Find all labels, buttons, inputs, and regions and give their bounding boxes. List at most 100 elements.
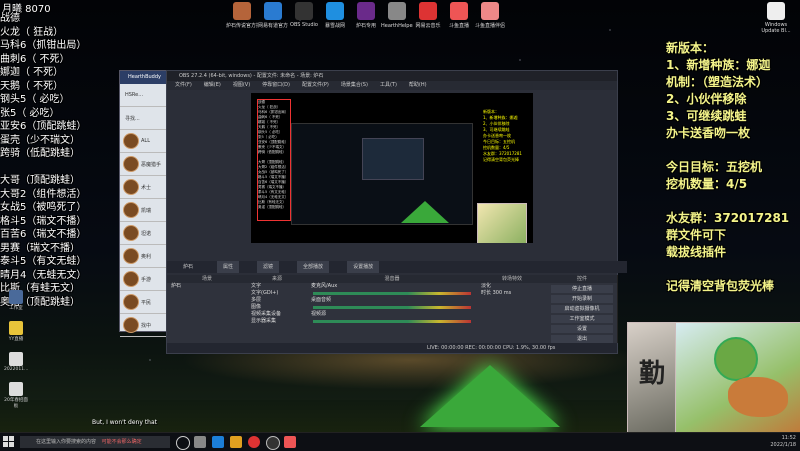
obs-preview[interactable]: 战德 火龙（ 狂战） 马科6（抓钳出局） 曲刺6（ 不死） 娜迦（ 不死） 天鹅（ 不死… (251, 93, 533, 243)
obs-info-button[interactable]: 全部播放 (297, 261, 330, 273)
desktop-icon[interactable]: 斗鱼直播 (443, 2, 475, 29)
control-button[interactable]: 开始录制 (551, 295, 613, 303)
desktop-icon[interactable]: YY直播 (4, 321, 28, 342)
app-icon (9, 321, 23, 335)
control-button[interactable]: 停止直播 (551, 285, 613, 293)
obs-menu-item[interactable]: 文件(F) (175, 81, 192, 90)
obs-info-button[interactable]: 设置播放 (347, 261, 380, 273)
desktop-icon-label: 20年春招面板 (4, 398, 28, 409)
preview-text-line: 记得清空背包荧光棒 (483, 157, 519, 162)
left-list-row: 大哥2（组件想活） (0, 188, 87, 200)
source-item[interactable]: 显示器采集 (247, 318, 307, 325)
obs-window[interactable]: OBS 27.2.4 (64-bit, windows) - 配置文件: 未命名… (166, 70, 627, 354)
hero-portrait-icon (123, 156, 139, 172)
system-tray[interactable]: 11:52 2022/1/18 (770, 435, 796, 449)
obs-info-button[interactable]: 滤镜 (257, 261, 280, 273)
selected-source-box[interactable]: 战德 火龙（ 狂战） 马科6（抓钳出局） 曲刺6（ 不死） 娜迦（ 不死） 天鹅（ 不死… (257, 99, 291, 221)
source-item[interactable]: 视频采集设备 (247, 311, 307, 318)
control-button[interactable]: 启动虚拟摄像机 (551, 305, 613, 313)
desktop-icon[interactable]: HearthHelper - 炉石小助手 (381, 2, 413, 29)
hs-list-item[interactable]: 奥利 (120, 245, 170, 268)
obs-taskbar-icon[interactable] (266, 436, 280, 450)
overlay-line: 1、新增种族：娜迦 (666, 58, 771, 72)
hs-list-item[interactable]: 手游 (120, 268, 170, 291)
desktop-icon[interactable]: 暴雪战网 (319, 2, 351, 29)
overlay-line: 机制：（塑造法术） (666, 75, 769, 89)
hs-item-label: 奥利 (141, 253, 152, 260)
control-button[interactable]: 退出 (551, 335, 613, 343)
left-list-row: 百苦6（瑞文不播） (0, 229, 87, 240)
control-button[interactable]: 设置 (551, 325, 613, 333)
obs-menu-item[interactable]: 配置文件(P) (302, 81, 329, 90)
scenes-dock[interactable]: 场景 炉石 (167, 275, 248, 343)
hs-list-item[interactable]: 凯瑞 (120, 199, 170, 222)
desktop-icon-label: 2022011... (4, 367, 29, 372)
transition-item[interactable]: 淡化 (477, 283, 547, 290)
control-button[interactable]: 工作室模式 (551, 315, 613, 323)
desktop-icon[interactable]: 斗鱼直播伴侣 (474, 2, 506, 29)
hs-list-item[interactable]: 术士 (120, 176, 170, 199)
explorer-icon[interactable] (230, 436, 242, 448)
desktop-icon[interactable]: 2022011... (4, 352, 28, 372)
obs-menu-item[interactable]: 视图(V) (233, 81, 250, 90)
hs-list-item[interactable]: 寻找... (120, 107, 170, 130)
transitions-dock[interactable]: 转场特效 淡化 时长 300 ms (477, 275, 548, 343)
desktop-icon[interactable]: 20年春招面板 (4, 382, 28, 409)
calligraphy-glyph: 勤 (638, 359, 665, 389)
audio-meter (313, 320, 471, 323)
desktop-icon[interactable]: 炉石传说官方插件 (226, 2, 258, 29)
douyu-icon[interactable] (284, 436, 296, 448)
desktop-icon[interactable]: 工作室 (4, 290, 28, 311)
hs-titlebar: HearthBuddy (120, 71, 170, 84)
taskview-icon[interactable] (194, 436, 206, 448)
app-icon (9, 352, 23, 366)
hs-list-item[interactable]: HSRe... (120, 84, 170, 107)
desktop-icon[interactable]: 网易云音乐 (412, 2, 444, 29)
mixer-dock[interactable]: 混音器 麦克风/Aux 桌面音频 视频源 (307, 275, 478, 343)
overlay-line: 3、可继续跳蛙 (666, 109, 747, 123)
app-icon (9, 382, 23, 396)
netease-music-icon[interactable] (248, 436, 260, 448)
left-list-row: 钢头5（ 必吃） (0, 94, 70, 105)
left-list-row: 男赛（瑞文不播） (0, 242, 80, 254)
obs-menubar: 文件(F) 编辑(E) 视图(V) 停靠窗口(D) 配置文件(P) 场景集合(S) 工具(T… (167, 81, 617, 90)
desktop-icon[interactable]: OBS Studio (288, 2, 320, 28)
desktop-icon-update[interactable]: Windows Update Bl... (757, 2, 795, 34)
obs-menu-item[interactable]: 帮助(H) (409, 81, 427, 90)
scene-item[interactable]: 炉石 (167, 283, 247, 290)
hs-item-label: 凯瑞 (141, 207, 152, 214)
source-item[interactable]: 图像 (247, 304, 307, 311)
edge-icon[interactable] (212, 436, 224, 448)
desktop-icon-label: 网易云音乐 (415, 23, 441, 29)
source-item[interactable]: 文字 (247, 283, 307, 290)
left-list-row (0, 161, 120, 175)
hs-list-item[interactable]: 找中 (120, 314, 170, 337)
audio-meter (313, 306, 471, 309)
taskbar-search-input[interactable]: 在这里输入你要搜索的内容 可能不会那么确定 (20, 436, 170, 448)
hearthbuddy-window[interactable]: HearthBuddy HSRe... 寻找... ALL 恶魔猎手术士凯瑞坦诺奥利手… (119, 70, 171, 337)
sources-dock[interactable]: 来源 文字 文字(GDI+) 多层 图像 视频采集设备 显示器采集 (247, 275, 308, 343)
mixer-channel-label: 桌面音频 (311, 297, 332, 303)
desktop-icon[interactable]: 网易有道官方 (257, 2, 289, 29)
obs-menu-item[interactable]: 停靠窗口(D) (262, 81, 290, 90)
hs-item-label: 恶魔猎手 (141, 161, 162, 168)
obs-menu-item[interactable]: 场景集合(S) (341, 81, 368, 90)
source-item[interactable]: 多层 (247, 297, 307, 304)
obs-menu-item[interactable]: 工具(T) (380, 81, 397, 90)
app-icon (357, 2, 375, 20)
left-list-row: 张5（ 必吃） (0, 107, 60, 119)
obs-menu-item[interactable]: 编辑(E) (204, 81, 221, 90)
source-item[interactable]: 文字(GDI+) (247, 290, 307, 297)
controls-dock[interactable]: 控件 停止直播 开始录制 启动虚拟摄像机 工作室模式 设置 退出 (547, 275, 618, 343)
windows-start-icon[interactable] (3, 436, 15, 448)
obs-info-button[interactable]: 属性 (217, 261, 240, 273)
hs-list-item[interactable]: ALL (120, 130, 170, 153)
mixer-channel-label: 麦克风/Aux (311, 283, 338, 289)
hs-list-item[interactable]: 平民 (120, 291, 170, 314)
left-list-row: 战德 (0, 13, 20, 24)
transition-item[interactable]: 时长 300 ms (477, 290, 547, 297)
hs-list-item[interactable]: 恶魔猎手 (120, 153, 170, 176)
hs-list-item[interactable]: 坦诺 (120, 222, 170, 245)
desktop-icon[interactable]: 炉石专用 (350, 2, 382, 29)
cortana-icon[interactable] (176, 436, 190, 450)
